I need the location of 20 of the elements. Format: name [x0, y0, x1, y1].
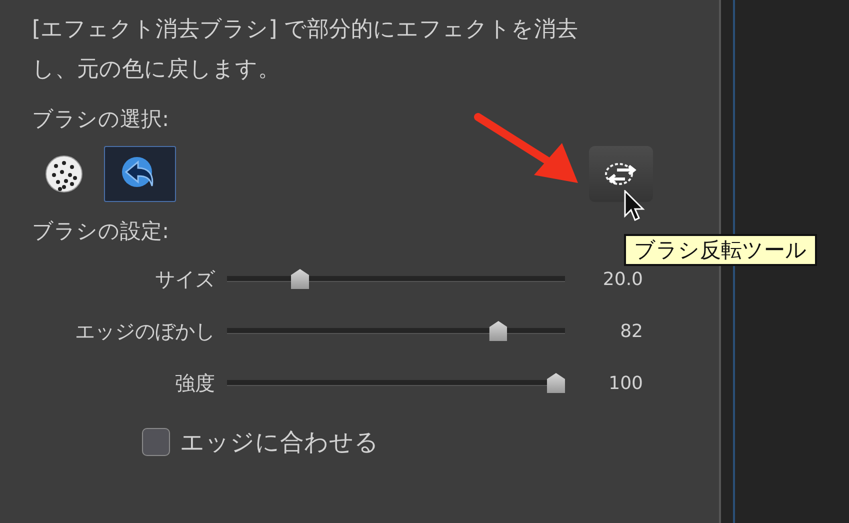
slider-thumb[interactable]	[547, 373, 565, 393]
invert-brush-button[interactable]	[589, 146, 653, 202]
brush-button[interactable]	[104, 146, 176, 202]
slider-value: 100	[608, 372, 643, 394]
slider-label: エッジのぼかし	[74, 318, 215, 344]
slider-label: 強度	[174, 370, 215, 396]
slider-value: 82	[619, 320, 643, 342]
slider-thumb[interactable]	[489, 321, 508, 341]
mouse-pointer-icon	[623, 190, 645, 222]
description-text: [エフェクト消去ブラシ] で部分的にエフェクトを消去し、元の色に戻します。	[32, 16, 580, 84]
slider-thumb[interactable]	[291, 269, 309, 289]
tooltip: ブラシ反転ツール	[624, 234, 817, 266]
slider-label: サイズ	[154, 266, 215, 292]
slider-value: 20.0	[602, 268, 643, 290]
section-label: ブラシの設定:	[32, 218, 170, 244]
dotted-ball-icon	[44, 154, 84, 194]
checkbox-label: エッジに合わせる	[180, 427, 379, 458]
section-label: ブラシの選択:	[32, 106, 170, 132]
checkbox[interactable]	[142, 428, 170, 456]
swap-arrows-icon	[603, 161, 639, 187]
